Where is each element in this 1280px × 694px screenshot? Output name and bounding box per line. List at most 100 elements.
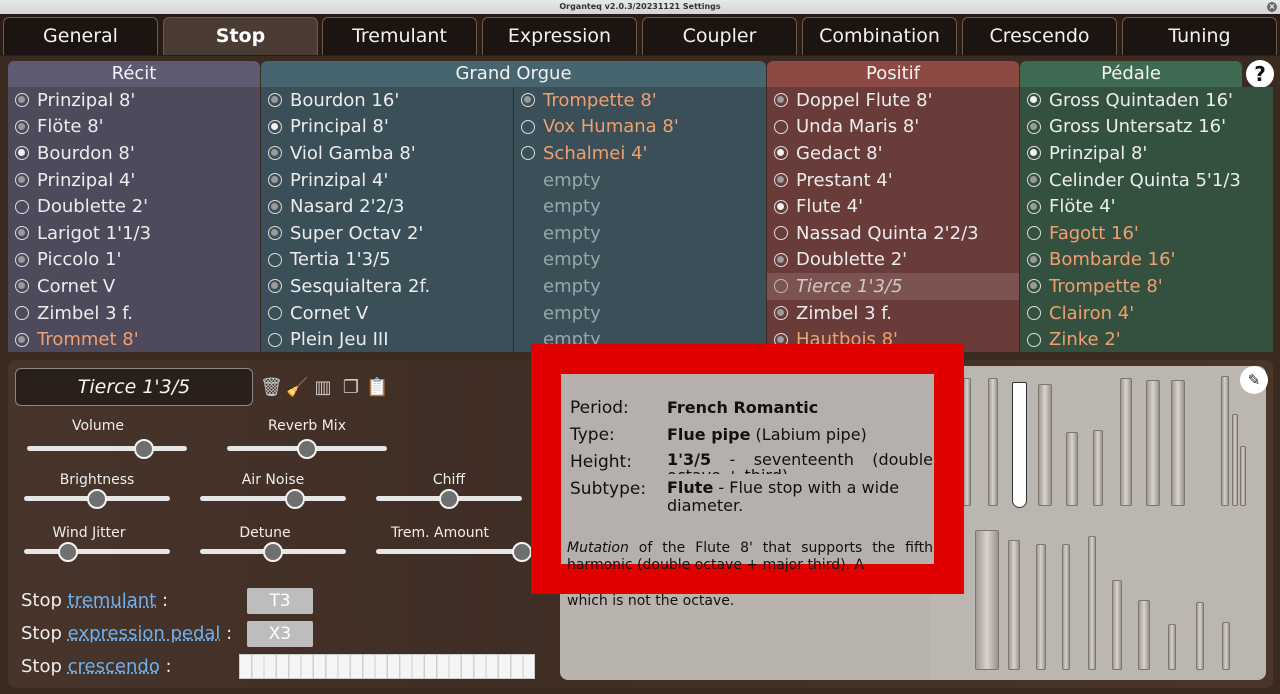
stop-radio[interactable] bbox=[774, 252, 788, 267]
stop-radio[interactable] bbox=[15, 173, 29, 188]
stop-radio[interactable] bbox=[268, 252, 282, 267]
tab-coupler[interactable]: Coupler bbox=[642, 17, 797, 55]
stop-item[interactable]: empty bbox=[514, 193, 766, 220]
stop-radio[interactable] bbox=[15, 146, 29, 161]
trash-icon[interactable]: 🗑 bbox=[260, 377, 283, 399]
stop-radio[interactable] bbox=[521, 146, 535, 161]
stop-radio[interactable] bbox=[1027, 119, 1041, 134]
stop-radio[interactable] bbox=[268, 173, 282, 188]
stop-item[interactable]: Zinke 2' bbox=[1020, 326, 1273, 352]
stop-radio[interactable] bbox=[268, 199, 282, 214]
tab-tremulant[interactable]: Tremulant bbox=[322, 17, 477, 55]
stop-radio[interactable] bbox=[268, 146, 282, 161]
stop-radio[interactable] bbox=[1027, 146, 1041, 161]
stop-item[interactable]: Zimbel 3 f. bbox=[8, 300, 260, 327]
stop-item[interactable]: Doublette 2' bbox=[767, 247, 1019, 274]
crescendo-link[interactable]: crescendo bbox=[68, 656, 160, 677]
stop-item[interactable]: Gross Untersatz 16' bbox=[1020, 114, 1273, 141]
paste-icon[interactable]: 📋 bbox=[366, 377, 388, 399]
stop-name-field[interactable]: Tierce 1'3/5 bbox=[15, 368, 253, 406]
air-noise-slider[interactable] bbox=[200, 496, 346, 501]
stop-radio[interactable] bbox=[774, 306, 788, 321]
stop-item[interactable]: Bourdon 8' bbox=[8, 140, 260, 167]
stop-item[interactable]: Flöte 8' bbox=[8, 114, 260, 141]
stop-radio[interactable] bbox=[1027, 252, 1041, 267]
tab-combination[interactable]: Combination bbox=[802, 17, 957, 55]
stop-radio[interactable] bbox=[774, 93, 788, 108]
stop-item[interactable]: Prinzipal 8' bbox=[1020, 140, 1273, 167]
stop-item[interactable]: Prinzipal 4' bbox=[8, 167, 260, 194]
stop-item[interactable]: Super Octav 2' bbox=[261, 220, 513, 247]
stop-radio[interactable] bbox=[1027, 226, 1041, 241]
stop-item[interactable]: Prinzipal 4' bbox=[261, 167, 513, 194]
stop-item[interactable]: Flöte 4' bbox=[1020, 193, 1273, 220]
stop-item[interactable]: Vox Humana 8' bbox=[514, 114, 766, 141]
stop-radio[interactable] bbox=[268, 332, 282, 347]
tab-expression[interactable]: Expression bbox=[482, 17, 637, 55]
stop-item[interactable]: Flute 4' bbox=[767, 193, 1019, 220]
stop-item[interactable]: Nassad Quinta 2'2/3 bbox=[767, 220, 1019, 247]
stop-item[interactable]: Celinder Quinta 5'1/3 bbox=[1020, 167, 1273, 194]
trem-amount-slider-knob[interactable] bbox=[512, 542, 532, 562]
close-icon[interactable]: × bbox=[1267, 2, 1277, 12]
stop-item[interactable]: Piccolo 1' bbox=[8, 247, 260, 274]
stop-radio[interactable] bbox=[774, 146, 788, 161]
stop-item[interactable]: Clairon 4' bbox=[1020, 300, 1273, 327]
stop-item[interactable]: empty bbox=[514, 220, 766, 247]
stop-radio[interactable] bbox=[774, 279, 788, 294]
stop-radio[interactable] bbox=[268, 93, 282, 108]
organ-icon[interactable]: ▥ bbox=[312, 377, 334, 399]
stop-item[interactable]: Schalmei 4' bbox=[514, 140, 766, 167]
copy-icon[interactable]: ❐ bbox=[340, 377, 362, 399]
stop-item[interactable]: Viol Gamba 8' bbox=[261, 140, 513, 167]
stop-radio[interactable] bbox=[1027, 93, 1041, 108]
stop-radio[interactable] bbox=[15, 252, 29, 267]
stop-item[interactable]: Trommet 8' bbox=[8, 326, 260, 352]
broom-icon[interactable]: 🧹 bbox=[286, 377, 308, 399]
stop-item[interactable]: Larigot 1'1/3 bbox=[8, 220, 260, 247]
stop-radio[interactable] bbox=[774, 173, 788, 188]
stop-radio[interactable] bbox=[1027, 279, 1041, 294]
stop-item[interactable]: Cornet V bbox=[261, 300, 513, 327]
stop-radio[interactable] bbox=[268, 306, 282, 321]
wind-jitter-slider[interactable] bbox=[24, 549, 170, 554]
expression-value[interactable]: X3 bbox=[247, 621, 313, 647]
stop-item[interactable]: Nasard 2'2/3 bbox=[261, 193, 513, 220]
brightness-slider-knob[interactable] bbox=[87, 489, 107, 509]
stop-item[interactable]: Sesquialtera 2f. bbox=[261, 273, 513, 300]
stop-radio[interactable] bbox=[15, 279, 29, 294]
tab-crescendo[interactable]: Crescendo bbox=[962, 17, 1117, 55]
stop-item[interactable]: Prinzipal 8' bbox=[8, 87, 260, 114]
stop-item[interactable]: Gross Quintaden 16' bbox=[1020, 87, 1273, 114]
stop-item[interactable]: empty bbox=[514, 273, 766, 300]
stop-item[interactable]: empty bbox=[514, 300, 766, 327]
stop-radio[interactable] bbox=[268, 226, 282, 241]
air-noise-slider-knob[interactable] bbox=[284, 489, 305, 509]
stop-radio[interactable] bbox=[774, 119, 788, 134]
stop-item[interactable]: Doppel Flute 8' bbox=[767, 87, 1019, 114]
stop-item[interactable]: Cornet V bbox=[8, 273, 260, 300]
stop-item[interactable]: Fagott 16' bbox=[1020, 220, 1273, 247]
stop-item[interactable]: Bombarde 16' bbox=[1020, 247, 1273, 274]
stop-item[interactable]: Trompette 8' bbox=[514, 87, 766, 114]
stop-radio[interactable] bbox=[15, 332, 29, 347]
trem-amount-slider[interactable] bbox=[376, 549, 522, 554]
stop-item[interactable]: Plein Jeu III bbox=[261, 326, 513, 352]
expression-pedal-link[interactable]: expression pedal bbox=[68, 623, 221, 644]
reverb-mix-slider-knob[interactable] bbox=[297, 439, 317, 459]
tremulant-link[interactable]: tremulant bbox=[68, 590, 157, 611]
stop-radio[interactable] bbox=[1027, 306, 1041, 321]
stop-item[interactable]: empty bbox=[514, 167, 766, 194]
stop-radio[interactable] bbox=[268, 279, 282, 294]
stop-radio[interactable] bbox=[15, 199, 29, 214]
stop-radio[interactable] bbox=[15, 119, 29, 134]
volume-slider-knob[interactable] bbox=[133, 439, 154, 459]
wind-jitter-slider-knob[interactable] bbox=[57, 542, 78, 562]
stop-item[interactable]: Prestant 4' bbox=[767, 167, 1019, 194]
stop-radio[interactable] bbox=[521, 93, 535, 108]
tab-tuning[interactable]: Tuning bbox=[1122, 17, 1277, 55]
stop-radio[interactable] bbox=[521, 119, 535, 134]
stop-item[interactable]: Gedact 8' bbox=[767, 140, 1019, 167]
stop-radio[interactable] bbox=[15, 226, 29, 241]
tremulant-value[interactable]: T3 bbox=[247, 588, 313, 614]
